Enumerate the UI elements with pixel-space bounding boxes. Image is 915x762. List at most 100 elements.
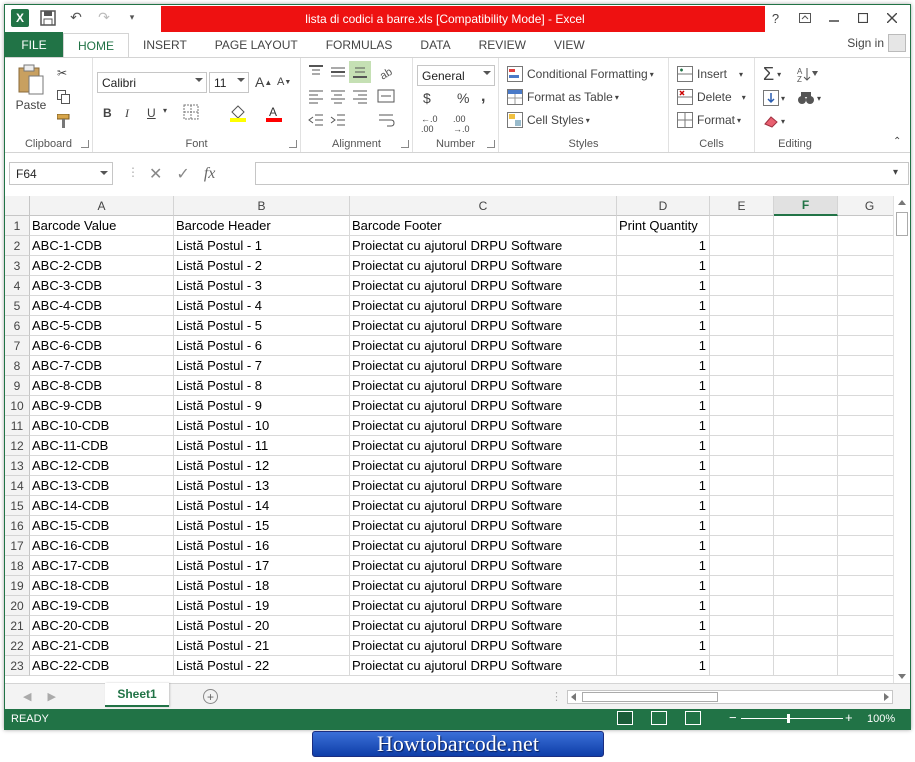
row-header[interactable]: 19 (5, 576, 30, 596)
header-cell[interactable]: Barcode Value (30, 216, 174, 236)
worksheet-grid[interactable]: A B C D E F G 1 Barcode Value Barcode Header Barco… (5, 196, 893, 681)
table-cell[interactable] (710, 336, 774, 356)
zoom-knob[interactable] (787, 714, 790, 723)
format-painter-icon[interactable] (57, 114, 71, 128)
tab-insert[interactable]: INSERT (129, 33, 201, 57)
header-cell[interactable]: Barcode Header (174, 216, 350, 236)
font-size-select[interactable]: 11 (209, 72, 249, 93)
page-layout-view-icon[interactable] (651, 711, 667, 725)
autosum-icon[interactable]: Σ ▾ (763, 64, 781, 85)
table-cell[interactable]: Proiectat cu ajutorul DRPU Software (350, 636, 617, 656)
sign-in-link[interactable]: Sign in (847, 36, 884, 50)
vertical-scroll-thumb[interactable] (896, 212, 908, 236)
table-cell[interactable]: Listă Postul - 8 (174, 376, 350, 396)
table-cell[interactable]: Listă Postul - 3 (174, 276, 350, 296)
alignment-launcher-icon[interactable] (401, 140, 409, 148)
table-cell[interactable] (774, 576, 838, 596)
column-header-e[interactable]: E (710, 196, 774, 216)
table-cell[interactable]: Listă Postul - 7 (174, 356, 350, 376)
tab-data[interactable]: DATA (406, 33, 464, 57)
row-header[interactable]: 18 (5, 556, 30, 576)
chevron-down-icon[interactable]: ▾ (163, 106, 167, 115)
table-cell[interactable] (774, 376, 838, 396)
align-top-icon[interactable] (307, 64, 325, 80)
table-cell[interactable]: 1 (617, 336, 710, 356)
table-cell[interactable] (710, 656, 774, 676)
header-cell[interactable] (774, 216, 838, 236)
bold-button[interactable]: B (103, 106, 112, 120)
table-cell[interactable]: 1 (617, 256, 710, 276)
table-cell[interactable] (838, 456, 893, 476)
table-cell[interactable] (710, 536, 774, 556)
minimize-icon[interactable] (819, 7, 848, 29)
table-cell[interactable] (774, 556, 838, 576)
table-cell[interactable]: Listă Postul - 1 (174, 236, 350, 256)
tab-file[interactable]: FILE (5, 32, 63, 57)
formula-input[interactable] (255, 162, 909, 185)
table-cell[interactable] (838, 376, 893, 396)
table-cell[interactable] (774, 596, 838, 616)
column-header-g[interactable]: G (838, 196, 893, 216)
table-cell[interactable] (838, 336, 893, 356)
table-cell[interactable] (838, 496, 893, 516)
row-header[interactable]: 13 (5, 456, 30, 476)
paste-button[interactable]: Paste (13, 64, 49, 112)
table-cell[interactable] (774, 476, 838, 496)
table-cell[interactable] (710, 436, 774, 456)
user-avatar-icon[interactable] (888, 34, 906, 52)
tab-view[interactable]: VIEW (540, 33, 599, 57)
table-cell[interactable]: ABC-9-CDB (30, 396, 174, 416)
table-cell[interactable]: 1 (617, 316, 710, 336)
wrap-text-icon[interactable] (377, 112, 395, 128)
table-cell[interactable]: Listă Postul - 9 (174, 396, 350, 416)
table-cell[interactable]: Listă Postul - 5 (174, 316, 350, 336)
table-cell[interactable]: 1 (617, 276, 710, 296)
fill-color-icon[interactable] (229, 104, 247, 122)
underline-button[interactable]: U (147, 106, 156, 120)
next-sheet-icon[interactable]: ▶ (47, 690, 55, 703)
insert-cells-button[interactable]: Insert ▾ (677, 66, 743, 82)
align-left-icon[interactable] (307, 88, 325, 104)
shrink-font-icon[interactable]: A ▼ (277, 76, 291, 88)
scroll-left-icon[interactable] (571, 693, 576, 701)
table-cell[interactable]: Listă Postul - 19 (174, 596, 350, 616)
table-cell[interactable]: 1 (617, 576, 710, 596)
table-cell[interactable]: 1 (617, 616, 710, 636)
table-cell[interactable]: Listă Postul - 10 (174, 416, 350, 436)
tab-page-layout[interactable]: PAGE LAYOUT (201, 33, 312, 57)
table-cell[interactable]: 1 (617, 356, 710, 376)
zoom-slider[interactable]: − + (727, 710, 859, 726)
header-cell[interactable] (838, 216, 893, 236)
table-cell[interactable] (710, 636, 774, 656)
table-cell[interactable] (838, 576, 893, 596)
table-cell[interactable]: 1 (617, 556, 710, 576)
table-cell[interactable]: Listă Postul - 14 (174, 496, 350, 516)
table-cell[interactable]: 1 (617, 436, 710, 456)
table-cell[interactable] (838, 516, 893, 536)
table-cell[interactable]: Proiectat cu ajutorul DRPU Software (350, 316, 617, 336)
table-cell[interactable]: Proiectat cu ajutorul DRPU Software (350, 656, 617, 676)
name-box[interactable]: F64 (9, 162, 113, 185)
row-header[interactable]: 23 (5, 656, 30, 676)
table-cell[interactable]: 1 (617, 536, 710, 556)
format-cells-button[interactable]: Format ▾ (677, 112, 741, 128)
table-cell[interactable] (774, 516, 838, 536)
number-format-select[interactable]: General (417, 65, 495, 86)
table-cell[interactable]: 1 (617, 656, 710, 676)
ribbon-display-options-icon[interactable] (790, 7, 819, 29)
table-cell[interactable]: Proiectat cu ajutorul DRPU Software (350, 516, 617, 536)
table-cell[interactable]: ABC-10-CDB (30, 416, 174, 436)
scroll-right-icon[interactable] (884, 693, 889, 701)
table-cell[interactable]: Proiectat cu ajutorul DRPU Software (350, 476, 617, 496)
table-cell[interactable]: 1 (617, 476, 710, 496)
table-cell[interactable]: 1 (617, 376, 710, 396)
table-cell[interactable] (774, 636, 838, 656)
help-button[interactable]: ? (761, 7, 790, 29)
table-cell[interactable]: Listă Postul - 11 (174, 436, 350, 456)
column-header-a[interactable]: A (30, 196, 174, 216)
table-cell[interactable]: 1 (617, 416, 710, 436)
sort-filter-icon[interactable]: AZ (797, 66, 819, 82)
table-cell[interactable] (710, 276, 774, 296)
table-cell[interactable]: ABC-3-CDB (30, 276, 174, 296)
table-cell[interactable]: Listă Postul - 13 (174, 476, 350, 496)
